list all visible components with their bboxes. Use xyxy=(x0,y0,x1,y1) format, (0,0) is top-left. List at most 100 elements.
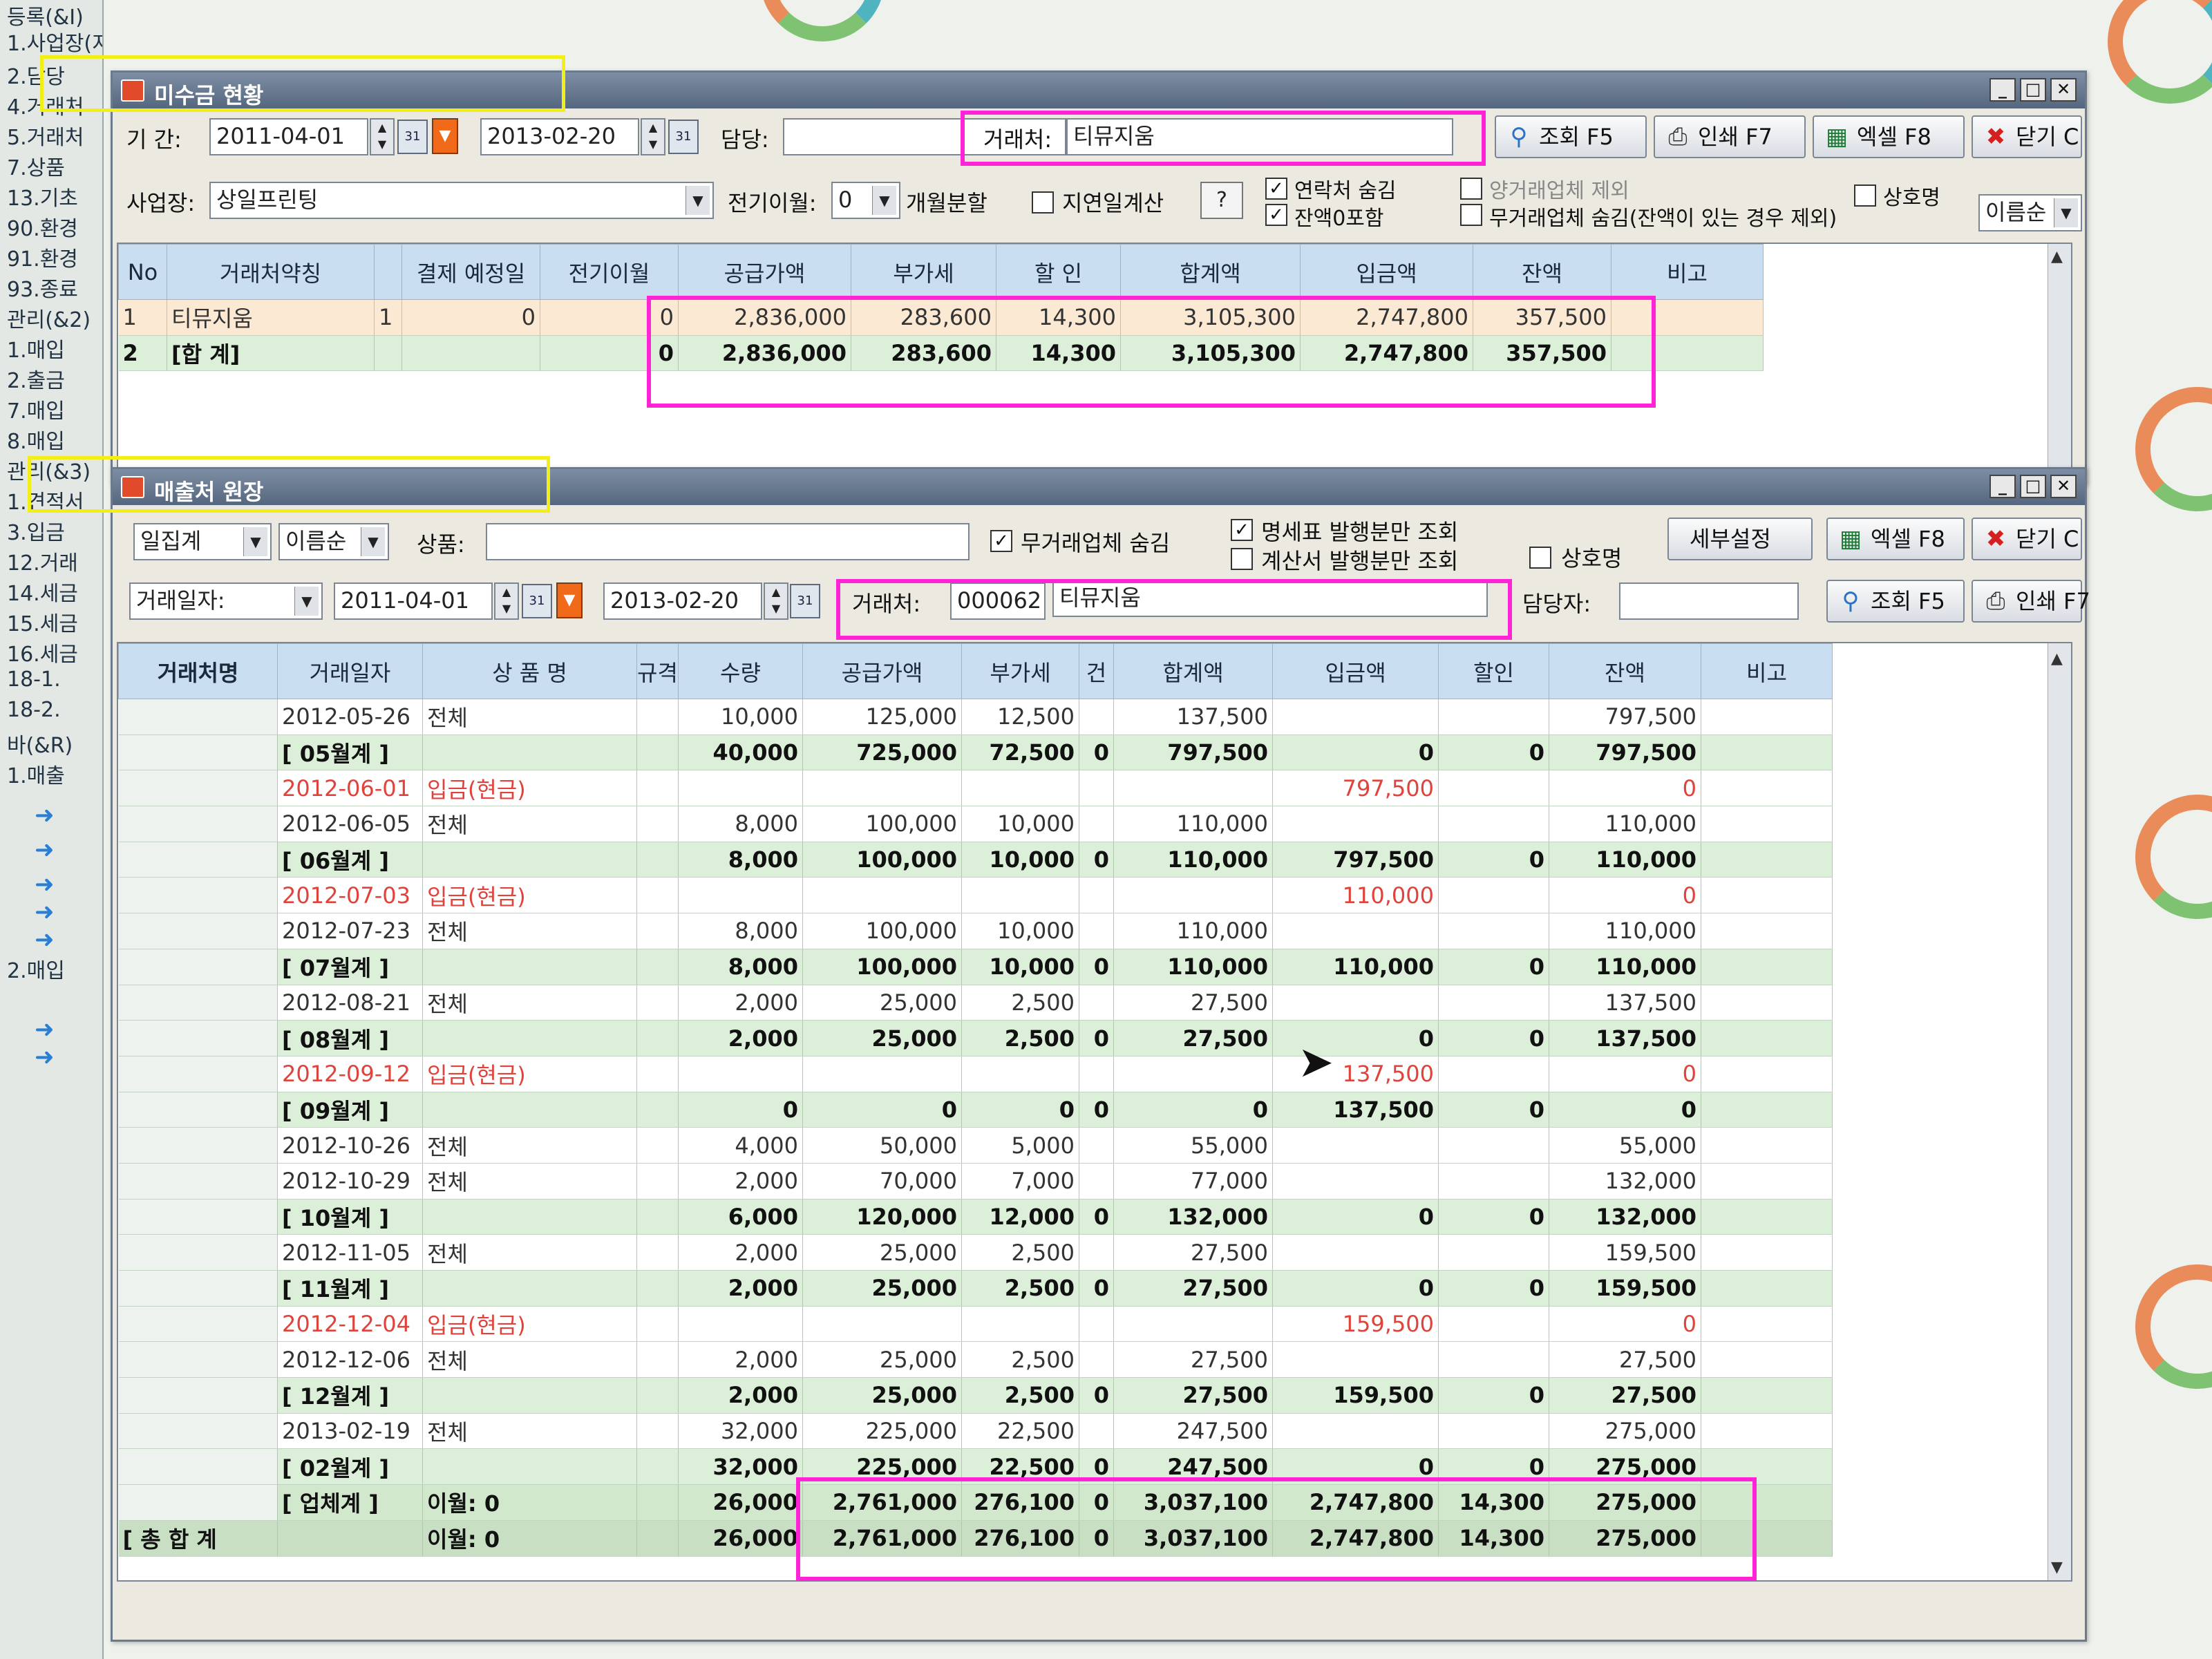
menu-tree-item[interactable]: 관리(&2) xyxy=(7,303,91,333)
menu-tree-item[interactable]: 1.매입 xyxy=(7,333,65,363)
date-from-spinner[interactable]: ▲ ▼ xyxy=(494,582,519,620)
column-header[interactable]: 비고 xyxy=(1611,244,1764,300)
table-row[interactable]: 2012-06-05 전체 8,000 100,000 10,000 110,000 110… xyxy=(118,806,1833,842)
calendar-icon[interactable]: 31 xyxy=(397,120,428,154)
table-row[interactable]: 2012-12-06 전체 2,000 25,000 2,500 27,500 27,500 xyxy=(118,1341,1833,1378)
menu-tree-item[interactable]: 15.세금 xyxy=(7,607,78,637)
date-type-select[interactable]: 거래일자: xyxy=(129,582,323,620)
menu-tree-item[interactable]: 13.기초 xyxy=(7,181,78,211)
statement-only-checkbox[interactable]: ✓ xyxy=(1231,519,1253,541)
column-header[interactable]: 할 인 xyxy=(996,244,1121,300)
search-button[interactable]: ⚲ 조회 F5 xyxy=(1495,115,1647,158)
date-to-spinner[interactable]: ▲ ▼ xyxy=(641,118,665,155)
minimize-icon[interactable]: _ xyxy=(1989,78,2016,102)
column-header[interactable]: 규격 xyxy=(636,643,679,699)
column-header[interactable]: 전기이월 xyxy=(540,244,679,300)
date-to-spinner[interactable]: ▲ ▼ xyxy=(764,582,788,620)
hide-contact-checkbox[interactable]: ✓ xyxy=(1265,178,1287,200)
exclude-sound-checkbox[interactable] xyxy=(1460,178,1482,200)
maximize-icon[interactable]: □ xyxy=(2020,78,2046,102)
column-header[interactable]: 공급가액 xyxy=(678,244,851,300)
monthly-subtotal-row[interactable]: [ 10월계 ] 6,000 120,000 12,000 0 132,000 0 0 132,… xyxy=(118,1199,1833,1235)
menu-tree-item[interactable]: 7.상품 xyxy=(7,151,65,181)
scroll-up-icon[interactable]: ▲ xyxy=(2051,248,2063,265)
receipt-row[interactable]: 2012-06-01 입금(현금) 797,500 0 xyxy=(118,770,1833,807)
monthly-subtotal-row[interactable]: [ 11월계 ] 2,000 25,000 2,500 0 27,500 0 0 159,500 xyxy=(118,1270,1833,1307)
vertical-scrollbar[interactable]: ▲ xyxy=(2048,244,2071,479)
column-header[interactable]: No xyxy=(118,244,167,300)
menu-tree-item[interactable]: 8.매입 xyxy=(7,424,65,455)
table-row[interactable]: 2012-07-23 전체 8,000 100,000 10,000 110,000 110… xyxy=(118,913,1833,949)
column-header[interactable]: 상 품 명 xyxy=(422,643,637,699)
scroll-down-icon[interactable]: ▼ xyxy=(2051,1559,2063,1576)
monthly-subtotal-row[interactable]: [ 07월계 ] 8,000 100,000 10,000 0 110,000 110,00… xyxy=(118,949,1833,985)
menu-tree-item[interactable]: 3.입금 xyxy=(7,515,65,546)
column-header[interactable]: 공급가액 xyxy=(802,643,962,699)
menu-tree-item[interactable]: 1.사업장(지점) 관리(&F) xyxy=(7,26,102,57)
column-header[interactable]: 결제 예정일 xyxy=(401,244,540,300)
close-icon[interactable]: ✕ xyxy=(2050,475,2077,498)
menu-tree-item[interactable]: 2.매입 xyxy=(7,954,65,984)
column-header[interactable]: 건 xyxy=(1079,643,1114,699)
column-header[interactable]: 잔액 xyxy=(1473,244,1611,300)
column-header[interactable]: 할인 xyxy=(1438,643,1549,699)
receipt-row[interactable]: 2012-09-12 입금(현금) 137,500 0 xyxy=(118,1056,1833,1092)
detail-settings-button[interactable]: 세부설정 xyxy=(1667,518,1813,560)
column-header[interactable] xyxy=(374,244,402,300)
column-header[interactable]: 잔액 xyxy=(1549,643,1701,699)
column-header[interactable]: 거래일자 xyxy=(277,643,423,699)
column-header[interactable]: 비고 xyxy=(1701,643,1833,699)
delay-calc-checkbox[interactable] xyxy=(1032,191,1054,214)
menu-tree-item[interactable]: 90.환경 xyxy=(7,211,78,242)
hide-notrade-checkbox[interactable] xyxy=(1460,204,1482,226)
menu-tree-item[interactable]: 바(&R) xyxy=(7,728,73,759)
scroll-up-icon[interactable]: ▲ xyxy=(2051,650,2063,667)
group-select[interactable]: 일집계 xyxy=(133,523,272,560)
receipt-row[interactable]: 2012-12-04 입금(현금) 159,500 0 xyxy=(118,1306,1833,1343)
excel-button[interactable]: ▦ 엑셀 F8 xyxy=(1813,115,1965,158)
menu-tree-item[interactable]: 18-1. xyxy=(7,667,61,692)
column-header[interactable]: 부가세 xyxy=(961,643,1079,699)
table-row[interactable]: 2012-11-05 전체 2,000 25,000 2,500 27,500 159,50… xyxy=(118,1234,1833,1271)
help-button[interactable]: ? xyxy=(1200,182,1243,219)
monthly-subtotal-row[interactable]: [ 05월계 ] 40,000 725,000 72,500 0 797,500 0 0 797… xyxy=(118,734,1833,771)
excel-button[interactable]: ▦ 엑셀 F8 xyxy=(1826,518,1965,560)
table-row[interactable]: 2012-10-26 전체 4,000 50,000 5,000 55,000 55,000 xyxy=(118,1127,1833,1164)
print-button[interactable]: ⎙ 인쇄 F7 xyxy=(1972,580,2090,623)
menu-tree-item[interactable]: 93.종료 xyxy=(7,272,78,303)
calendar-icon[interactable]: 31 xyxy=(522,584,552,618)
menu-tree-item[interactable]: 12.거래 xyxy=(7,546,78,576)
menu-tree-item[interactable]: 2.출금 xyxy=(7,363,65,394)
menu-tree-item[interactable]: 1.매출 xyxy=(7,759,65,789)
column-header[interactable]: 수량 xyxy=(678,643,803,699)
monthly-subtotal-row[interactable]: [ 06월계 ] 8,000 100,000 10,000 0 110,000 797,50… xyxy=(118,842,1833,878)
menu-tree-item[interactable]: 91.환경 xyxy=(7,242,78,272)
date-from-field[interactable]: 2011-04-01 xyxy=(334,582,493,620)
search-button[interactable]: ⚲ 조회 F5 xyxy=(1826,580,1965,623)
close-button[interactable]: ✖ 닫기 C xyxy=(1972,115,2082,158)
minimize-icon[interactable]: _ xyxy=(1989,475,2016,498)
menu-tree-item[interactable]: 14.세금 xyxy=(7,576,78,607)
sort-select[interactable]: 이름순 xyxy=(1978,194,2082,231)
date-to-field[interactable]: 2013-02-20 xyxy=(603,582,762,620)
include-zero-checkbox[interactable]: ✓ xyxy=(1265,204,1287,226)
menu-tree-item[interactable]: 16.세금 xyxy=(7,637,78,667)
date-from-spinner[interactable]: ▲ ▼ xyxy=(370,118,395,155)
monthly-subtotal-row[interactable]: [ 12월계 ] 2,000 25,000 2,500 0 27,500 159,500 0 2… xyxy=(118,1377,1833,1414)
monthly-subtotal-row[interactable]: [ 08월계 ] 2,000 25,000 2,500 0 27,500 0 0 137,500 xyxy=(118,1020,1833,1056)
table-row[interactable]: 2012-08-21 전체 2,000 25,000 2,500 27,500 137,50… xyxy=(118,985,1833,1021)
company-name-checkbox[interactable] xyxy=(1854,184,1876,207)
menu-tree-item[interactable]: 7.매입 xyxy=(7,394,65,424)
menu-tree-item[interactable]: 18-2. xyxy=(7,698,61,722)
close-button[interactable]: ✖ 닫기 C xyxy=(1972,518,2082,560)
site-select[interactable]: 상일프린팅 xyxy=(209,182,714,219)
maximize-icon[interactable]: □ xyxy=(2020,475,2046,498)
calendar-icon[interactable]: 31 xyxy=(790,584,820,618)
carry-select[interactable]: 0 xyxy=(831,182,900,219)
close-icon[interactable]: ✕ xyxy=(2050,78,2077,102)
table-row[interactable]: 2013-02-19 전체 32,000 225,000 22,500 247,500 27… xyxy=(118,1413,1833,1450)
column-header[interactable]: 입금액 xyxy=(1272,643,1439,699)
vertical-scrollbar[interactable]: ▲ ▼ xyxy=(2048,643,2071,1580)
column-header[interactable]: 합계액 xyxy=(1120,244,1301,300)
column-header[interactable]: 부가세 xyxy=(851,244,996,300)
